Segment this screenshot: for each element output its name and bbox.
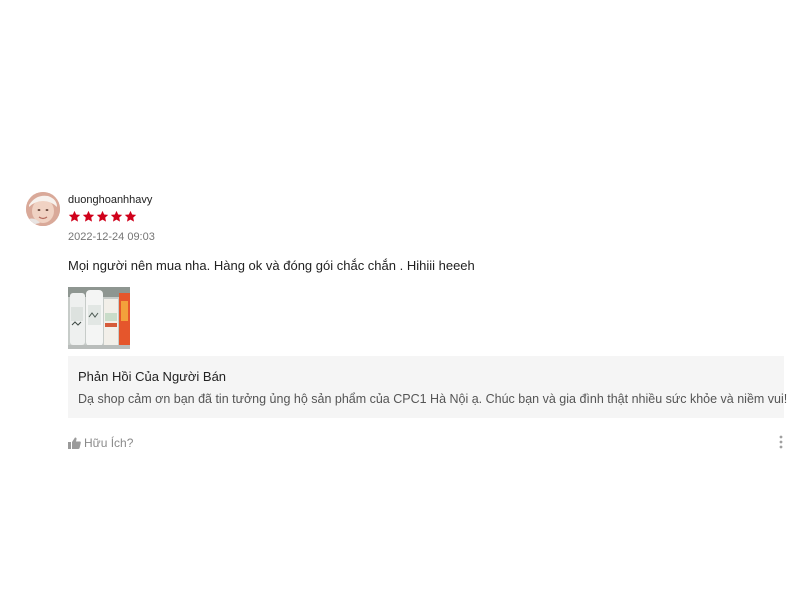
helpful-label: Hữu Ích? [84, 436, 134, 450]
thumbs-up-icon [68, 437, 81, 449]
star-icon [124, 210, 137, 222]
star-icon [82, 210, 95, 222]
review-page: duonghoanhhavy 2022-12-24 09:03 Mọi ngườ… [0, 0, 800, 600]
star-icon [96, 210, 109, 222]
review-timestamp: 2022-12-24 09:03 [68, 231, 155, 243]
avatar[interactable] [26, 192, 60, 226]
seller-reply: Phản Hồi Của Người Bán Dạ shop cảm ơn bạ… [68, 356, 788, 418]
review-media-thumbnail[interactable] [68, 287, 130, 349]
star-icon [68, 210, 81, 222]
helpful-button[interactable]: Hữu Ích? [68, 436, 133, 450]
seller-reply-text: Dạ shop cảm ơn bạn đã tin tưởng ủng hộ s… [78, 392, 788, 406]
rating-stars [68, 210, 137, 224]
star-icon [110, 210, 123, 222]
review-comment: Mọi người nên mua nha. Hàng ok và đóng g… [68, 258, 475, 273]
reviewer-name[interactable]: duonghoanhhavy [68, 194, 152, 206]
seller-reply-title: Phản Hồi Của Người Bán [78, 369, 227, 384]
product-photo-icon [68, 287, 130, 349]
user-photo-icon [26, 192, 60, 226]
more-vertical-icon[interactable] [778, 434, 784, 450]
